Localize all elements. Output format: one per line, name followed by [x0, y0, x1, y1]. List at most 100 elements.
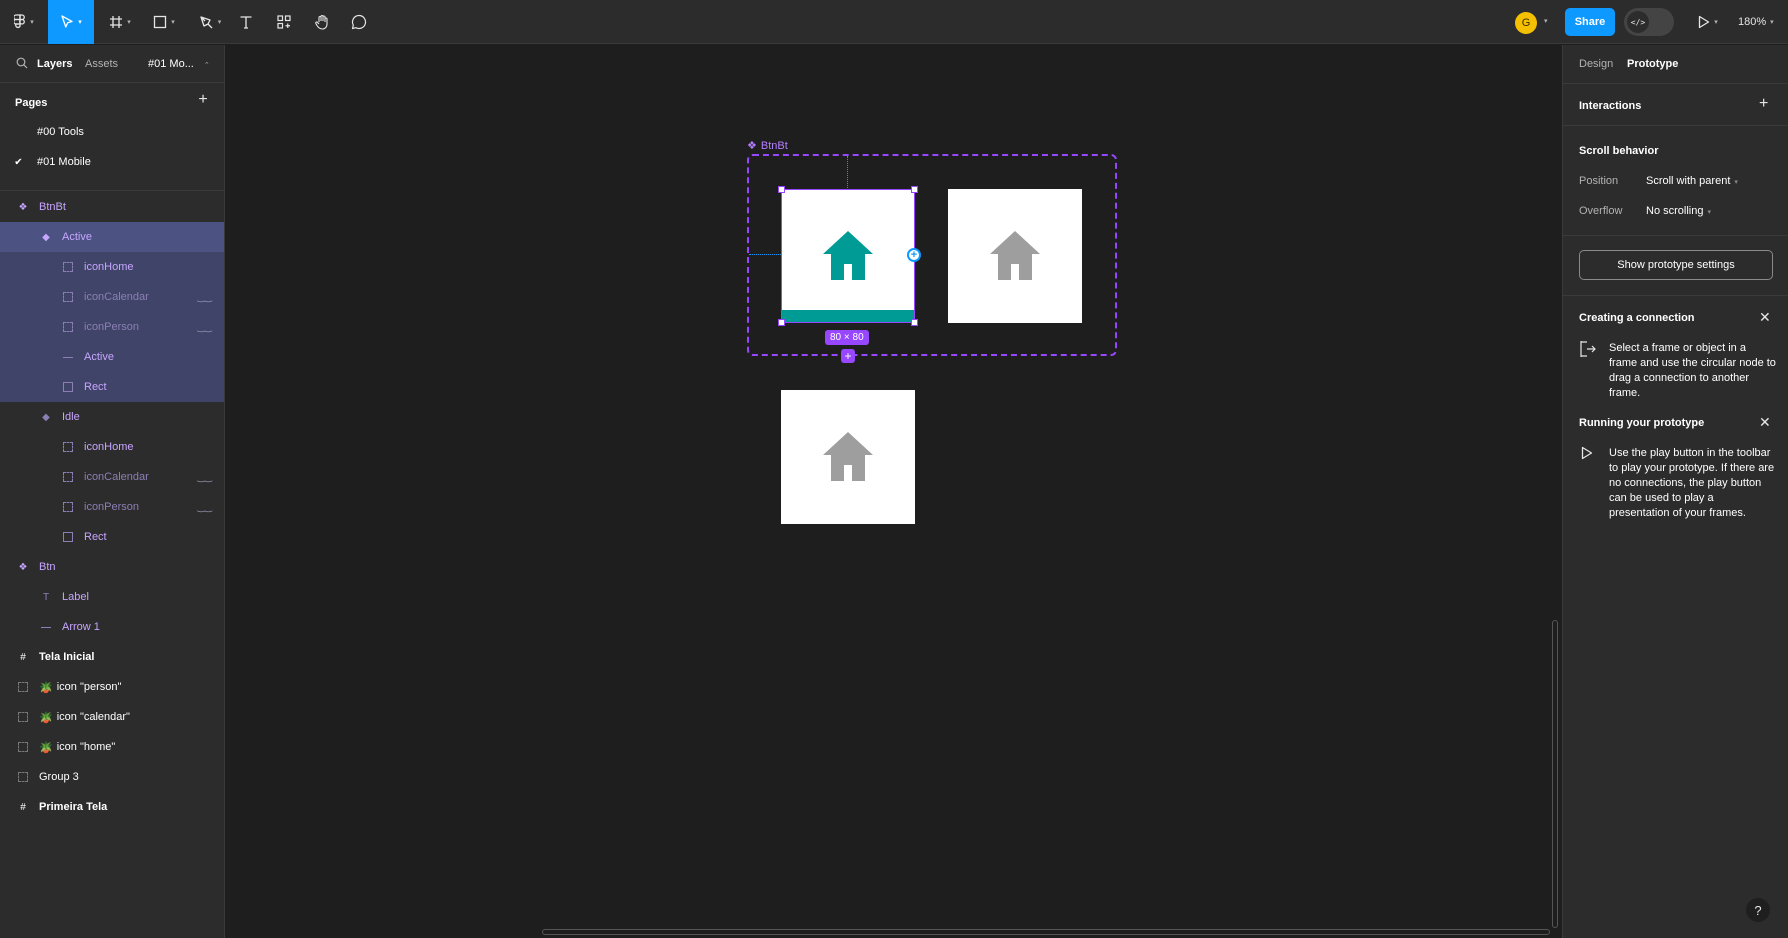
add-variant-icon[interactable]: + — [841, 349, 855, 363]
user-avatar[interactable]: G — [1515, 12, 1537, 34]
position-select[interactable]: Scroll with parent ▾ — [1646, 175, 1738, 187]
layer-name: Label — [62, 591, 89, 603]
avatar-dropdown-icon[interactable]: ▾ — [1544, 17, 1548, 25]
resize-handle[interactable] — [911, 186, 918, 193]
comment-tool-button[interactable] — [347, 0, 371, 44]
layer-name: Rect — [84, 381, 107, 393]
page-item-current[interactable]: ✔ #01 Mobile — [0, 147, 224, 177]
help-button[interactable]: ? — [1746, 898, 1770, 922]
hand-tool-icon — [314, 14, 330, 30]
vertical-scrollbar[interactable] — [1552, 620, 1558, 928]
dev-mode-toggle[interactable]: </> — [1624, 8, 1674, 36]
resize-handle[interactable] — [911, 319, 918, 326]
position-value: Scroll with parent — [1646, 175, 1731, 187]
hidden-eye-icon[interactable]: ‿‿ — [198, 472, 212, 483]
page-name: #01 Mobile — [37, 156, 91, 168]
pages-title: Pages — [15, 97, 48, 109]
present-button[interactable]: ▾ — [1690, 0, 1726, 44]
horizontal-scrollbar[interactable] — [542, 929, 1550, 935]
show-prototype-settings-button[interactable]: Show prototype settings — [1579, 250, 1773, 280]
hand-tool-button[interactable] — [310, 0, 334, 44]
tab-assets[interactable]: Assets — [85, 58, 118, 70]
component-set-label[interactable]: ❖ BtnBt — [747, 139, 788, 153]
tab-prototype[interactable]: Prototype — [1627, 58, 1678, 70]
components-button[interactable] — [272, 0, 296, 44]
layer-row[interactable]: Active — [0, 342, 224, 372]
code-icon: </> — [1627, 11, 1649, 33]
canvas[interactable]: ❖ BtnBt + 80 × 80 + — [225, 45, 1562, 938]
layer-row[interactable]: 🪴 icon "home" — [0, 732, 224, 762]
hidden-eye-icon[interactable]: ‿‿ — [198, 502, 212, 513]
play-icon — [1581, 446, 1593, 463]
selection-outline — [781, 189, 915, 323]
figma-menu-button[interactable]: ▾ — [6, 0, 42, 44]
overflow-select[interactable]: No scrolling ▾ — [1646, 205, 1711, 217]
add-interaction-icon[interactable]: + — [1759, 95, 1768, 113]
layer-row[interactable]: Rect — [0, 372, 224, 402]
resize-handle[interactable] — [778, 186, 785, 193]
move-tool-button[interactable]: ▾ — [48, 0, 94, 44]
instance-frame-icon — [61, 500, 75, 514]
layer-row[interactable]: # Tela Inicial — [0, 642, 224, 672]
layer-name: icon "person" — [56, 681, 122, 693]
layer-row-hidden[interactable]: iconPerson ‿‿ — [0, 492, 224, 522]
frame-tool-button[interactable]: ▾ — [102, 0, 138, 44]
btn-component-tile[interactable] — [781, 390, 915, 524]
component-set-icon: ❖ — [18, 561, 28, 573]
pen-tool-button[interactable]: ▾ — [192, 0, 228, 44]
connection-node-icon[interactable]: + — [907, 248, 921, 262]
layer-row-hidden[interactable]: iconCalendar ‿‿ — [0, 462, 224, 492]
layer-row[interactable]: 🪴 icon "person" — [0, 672, 224, 702]
layer-row[interactable]: ❖ BtnBt — [0, 192, 224, 222]
group-icon — [16, 740, 30, 754]
variant-idle-tile[interactable] — [948, 189, 1082, 323]
layer-row[interactable]: Arrow 1 — [0, 612, 224, 642]
layer-row[interactable]: ❖ Btn — [0, 552, 224, 582]
layer-row-hidden[interactable]: iconCalendar ‿‿ — [0, 282, 224, 312]
layer-row[interactable]: T Label — [0, 582, 224, 612]
layer-row[interactable]: ◆ Idle — [0, 402, 224, 432]
layer-name: icon "home" — [56, 741, 116, 753]
left-panel-tabs: Layers Assets #01 Mo... ⌃ — [0, 45, 224, 83]
layer-row[interactable]: iconHome — [0, 252, 224, 282]
layer-name: Rect — [84, 531, 107, 543]
hidden-eye-icon[interactable]: ‿‿ — [198, 322, 212, 333]
add-page-icon[interactable]: + — [194, 91, 212, 109]
comment-icon — [351, 14, 367, 30]
search-icon[interactable] — [16, 57, 28, 72]
resize-handle[interactable] — [778, 319, 785, 326]
layer-row[interactable]: # Primeira Tela — [0, 792, 224, 822]
layer-name: iconPerson — [84, 501, 140, 513]
rectangle-tool-button[interactable]: ▾ — [146, 0, 182, 44]
share-button[interactable]: Share — [1565, 8, 1615, 36]
emoji-icon: 🪴 — [39, 711, 53, 724]
layer-row[interactable]: iconHome — [0, 432, 224, 462]
frame-icon: # — [20, 801, 26, 813]
toolbar: ▾ ▾ ▾ ▾ ▾ G ▾ Share </> ▾ 180% ▾ — [0, 0, 1788, 44]
properties-panel: Design Prototype Interactions + Scroll b… — [1562, 45, 1788, 938]
pen-tool-icon — [199, 15, 214, 30]
tab-layers[interactable]: Layers — [37, 58, 72, 70]
component-icon: ❖ — [747, 140, 757, 152]
frame-icon: # — [20, 651, 26, 663]
layer-row[interactable]: Group 3 — [0, 762, 224, 792]
instance-frame-icon — [61, 440, 75, 454]
page-selector[interactable]: #01 Mo... ⌃ — [148, 58, 210, 70]
zoom-control[interactable]: 180% ▾ — [1738, 0, 1774, 44]
close-icon[interactable]: ✕ — [1759, 414, 1771, 431]
layer-name: Group 3 — [39, 771, 79, 783]
layer-row-selected[interactable]: ◆ Active — [0, 222, 224, 252]
tip-creating-connection-text: Select a frame or object in a frame and … — [1609, 342, 1776, 399]
page-item[interactable]: #00 Tools — [0, 117, 224, 147]
tab-design[interactable]: Design — [1579, 58, 1613, 70]
page-name: #00 Tools — [37, 126, 84, 138]
overflow-value: No scrolling — [1646, 205, 1704, 217]
hidden-eye-icon[interactable]: ‿‿ — [198, 292, 212, 303]
text-tool-button[interactable] — [234, 0, 258, 44]
layer-row[interactable]: 🪴 icon "calendar" — [0, 702, 224, 732]
component-name: BtnBt — [760, 139, 788, 152]
close-icon[interactable]: ✕ — [1759, 309, 1771, 326]
layer-row[interactable]: Rect — [0, 522, 224, 552]
text-layer-icon: T — [42, 591, 50, 603]
layer-row-hidden[interactable]: iconPerson ‿‿ — [0, 312, 224, 342]
